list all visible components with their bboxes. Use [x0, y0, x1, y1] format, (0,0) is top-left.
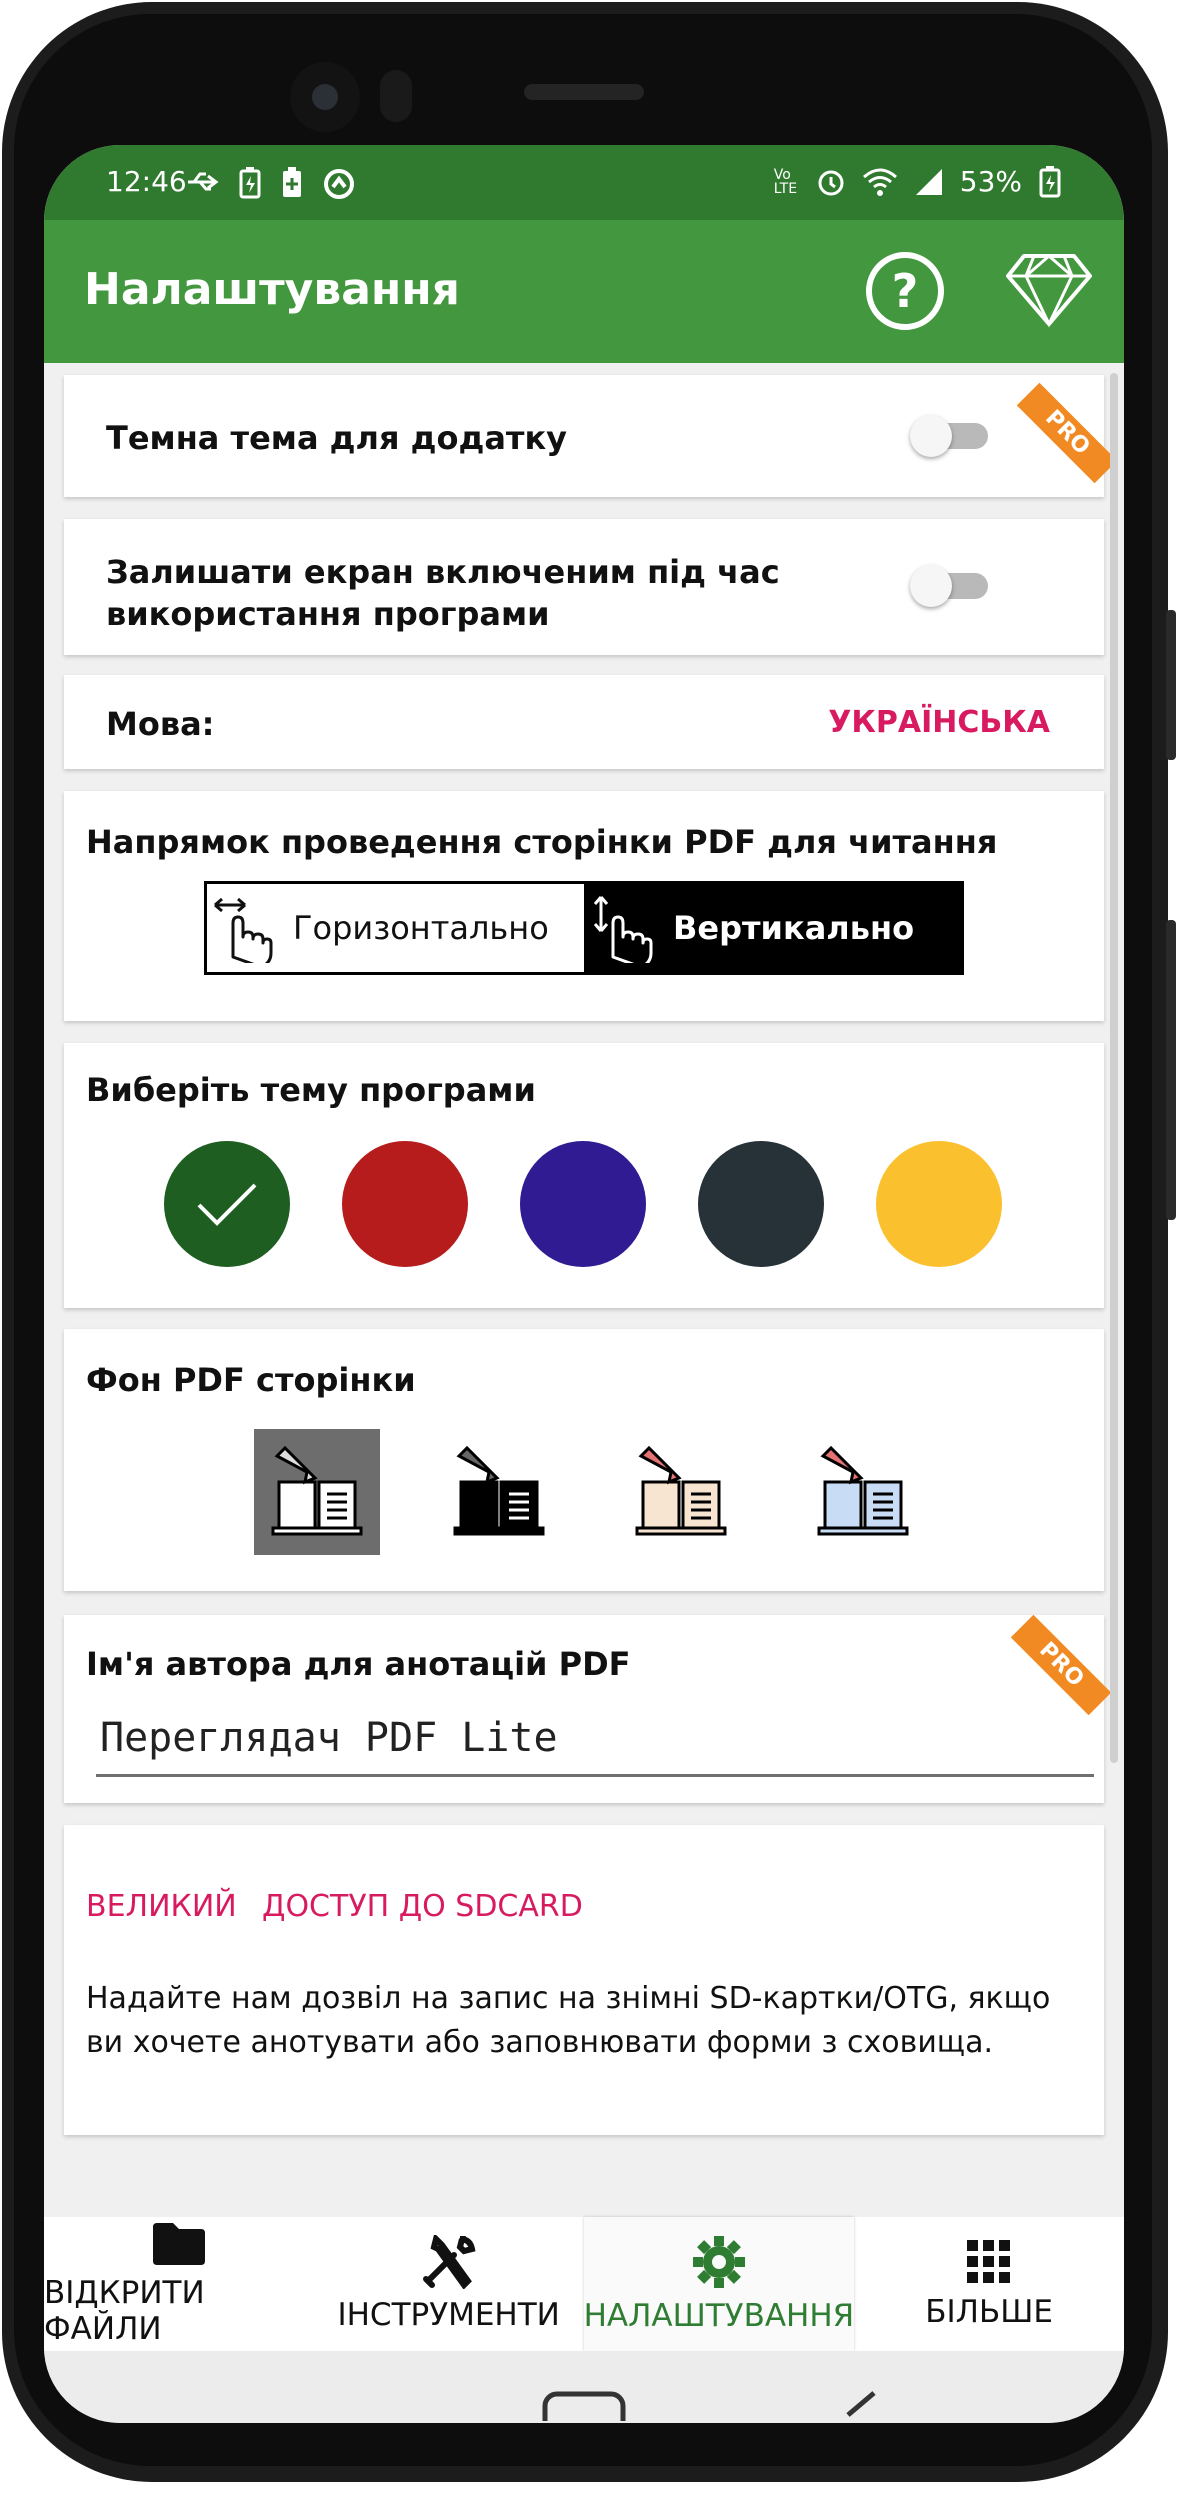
- sdcard-access-card: ВЕЛИКИЙ ДОСТУП ДО SDCARD Надайте нам доз…: [64, 1825, 1104, 2135]
- scrollbar[interactable]: [1110, 373, 1118, 1763]
- nav-open-files-label: ВІДКРИТИ ФАЙЛИ: [44, 2275, 205, 2347]
- battery-percent: 53%: [959, 165, 1022, 198]
- keep-screen-card[interactable]: Залишати екран включеним під час викорис…: [64, 519, 1104, 655]
- nav-more[interactable]: БІЛЬШЕ: [854, 2217, 1124, 2351]
- battery-plus-icon: [283, 167, 301, 197]
- screen: 12:46 Vo LTE 53% Налаштування ? Темна те…: [44, 145, 1124, 2423]
- bottom-navigation: ВІДКРИТИ ФАЙЛИ ІНСТРУМЕНТИ НАЛАШТУВАННЯ …: [44, 2217, 1124, 2351]
- scroll-horizontal-button[interactable]: Горизонтально: [204, 881, 587, 975]
- alarm-icon: [818, 170, 844, 195]
- keep-screen-label: Залишати екран включеним під час викорис…: [106, 553, 780, 633]
- pdf-background-title: Фон PDF сторінки: [86, 1361, 416, 1399]
- settings-list[interactable]: Темна тема для додатку PRO Залишати екра…: [44, 363, 1124, 2203]
- book-white-icon: [271, 1445, 363, 1536]
- swipe-horizontal-icon: [214, 897, 273, 963]
- swipe-vertical-icon: [593, 896, 653, 963]
- home-button-icon[interactable]: [542, 2391, 626, 2421]
- theme-swatches: [164, 1141, 1002, 1267]
- author-pro-badge: PRO: [1010, 1614, 1112, 1716]
- nav-more-label: БІЛЬШЕ: [925, 2294, 1053, 2330]
- author-name-input[interactable]: Переглядач PDF Lite: [96, 1715, 1094, 1777]
- nav-tools[interactable]: ІНСТРУМЕНТИ: [314, 2217, 584, 2351]
- dark-theme-label: Темна тема для додатку: [106, 419, 568, 457]
- language-label: Мова:: [106, 705, 215, 743]
- book-sepia-icon: [635, 1445, 727, 1536]
- app-bar: Налаштування ?: [44, 220, 1124, 363]
- language-value[interactable]: УКРАЇНСЬКА: [828, 705, 1050, 740]
- keep-screen-toggle[interactable]: [910, 565, 994, 607]
- scroll-horizontal-label: Горизонтально: [293, 909, 549, 947]
- volte-icon: Vo LTE: [773, 166, 798, 197]
- author-name-title: Ім'я автора для анотацій PDF: [86, 1645, 631, 1683]
- battery-saver-icon: [239, 167, 261, 199]
- diamond-icon[interactable]: [1004, 250, 1094, 330]
- scroll-direction-toggle: Горизонтально Вертикально: [204, 881, 964, 975]
- theme-swatch-slate[interactable]: [698, 1141, 824, 1267]
- book-blue-icon: [817, 1445, 909, 1536]
- wifi-icon: [862, 168, 897, 196]
- status-icons-right: Vo LTE 53%: [774, 165, 1062, 198]
- status-time: 12:46: [106, 165, 187, 198]
- nav-tools-label: ІНСТРУМЕНТИ: [337, 2297, 560, 2333]
- scroll-vertical-button[interactable]: Вертикально: [587, 881, 964, 975]
- book-black-icon: [453, 1445, 545, 1536]
- page-title: Налаштування: [84, 264, 460, 315]
- power-button: [1166, 920, 1176, 1220]
- dark-theme-toggle[interactable]: [910, 415, 994, 457]
- author-name-card: Ім'я автора для анотацій PDF PRO Перегля…: [64, 1614, 1112, 1803]
- data-saver-icon: [324, 169, 354, 199]
- volume-button: [1166, 610, 1176, 760]
- pdf-background-card: Фон PDF сторінки: [64, 1329, 1104, 1591]
- sdcard-access-link[interactable]: ДОСТУП ДО SDCARD: [262, 1889, 583, 1924]
- theme-swatch-red[interactable]: [342, 1141, 468, 1267]
- theme-swatch-green[interactable]: [164, 1141, 290, 1267]
- theme-swatch-yellow[interactable]: [876, 1141, 1002, 1267]
- earpiece-speaker: [524, 84, 644, 100]
- battery-charging-icon: [1039, 165, 1061, 197]
- pdf-background-options: [254, 1429, 926, 1555]
- app-theme-title: Виберіть тему програми: [86, 1071, 536, 1109]
- sdcard-big-link[interactable]: ВЕЛИКИЙ: [86, 1889, 237, 1924]
- scroll-vertical-label: Вертикально: [673, 909, 915, 947]
- folder-icon: [152, 2223, 205, 2265]
- check-icon: [197, 1183, 257, 1226]
- nav-settings[interactable]: НАЛАШТУВАННЯ: [583, 2217, 855, 2351]
- usb-icon: [188, 172, 219, 191]
- status-icons-left: [186, 167, 356, 201]
- grid-icon: [967, 2240, 1011, 2283]
- pdf-bg-white[interactable]: [254, 1429, 380, 1555]
- scroll-direction-title: Напрямок проведення сторінки PDF для чит…: [86, 823, 998, 861]
- back-button-icon[interactable]: [840, 2391, 880, 2421]
- dark-theme-card[interactable]: Темна тема для додатку PRO: [64, 375, 1118, 497]
- phone-frame: 12:46 Vo LTE 53% Налаштування ? Темна те…: [0, 0, 1178, 2496]
- language-card[interactable]: Мова: УКРАЇНСЬКА: [64, 675, 1104, 769]
- theme-swatch-indigo[interactable]: [520, 1141, 646, 1267]
- nav-open-files[interactable]: ВІДКРИТИ ФАЙЛИ: [44, 2217, 314, 2351]
- status-bar: 12:46 Vo LTE 53%: [44, 145, 1124, 220]
- sdcard-description: Надайте нам дозвіл на запис на знімні SD…: [86, 1981, 1051, 2060]
- help-icon[interactable]: ?: [866, 252, 944, 330]
- system-navigation-bar: [44, 2351, 1124, 2423]
- nav-settings-label: НАЛАШТУВАННЯ: [583, 2298, 855, 2334]
- app-theme-card: Виберіть тему програми: [64, 1043, 1104, 1308]
- tools-icon: [422, 2235, 476, 2289]
- front-camera: [290, 62, 360, 132]
- gear-icon: [692, 2236, 745, 2288]
- pro-badge: PRO: [1016, 382, 1118, 484]
- sensor: [380, 70, 412, 122]
- signal-icon: [915, 168, 942, 195]
- pdf-bg-sepia[interactable]: [618, 1429, 744, 1555]
- pdf-bg-black[interactable]: [436, 1429, 562, 1555]
- pdf-bg-blue[interactable]: [800, 1429, 926, 1555]
- scroll-direction-card: Напрямок проведення сторінки PDF для чит…: [64, 791, 1104, 1021]
